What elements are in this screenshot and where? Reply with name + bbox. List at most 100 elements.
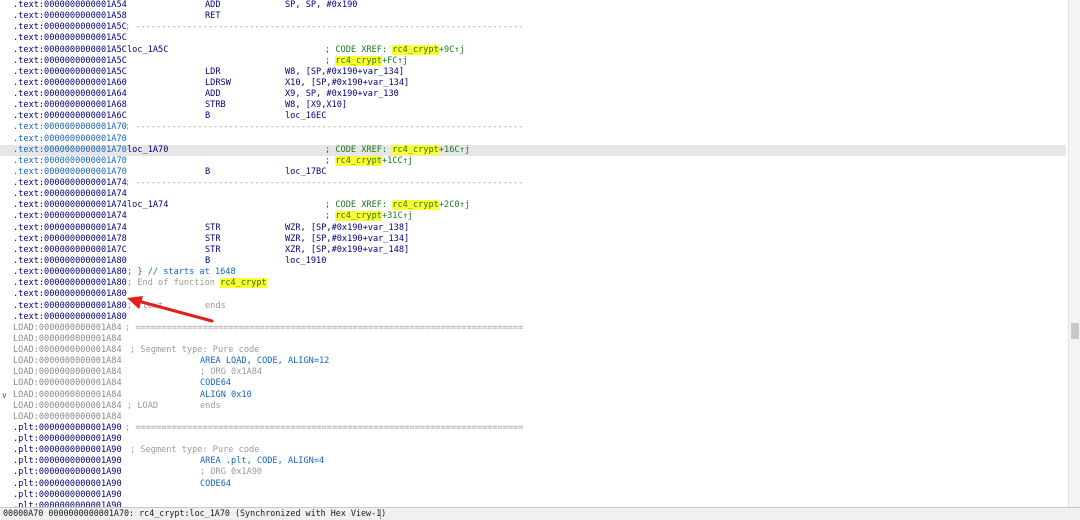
directive[interactable]: AREA .plt, CODE, ALIGN=4 <box>200 456 324 467</box>
listing-row[interactable]: .text:0000000000001A70; rc4_crypt+1CC↑j <box>0 155 1066 167</box>
listing-row[interactable]: .plt:0000000000001A90 <box>0 434 1066 445</box>
xref-function-link[interactable]: rc4_crypt <box>335 155 382 166</box>
address[interactable]: .text:0000000000001A58 <box>13 11 127 22</box>
instruction-mnemonic[interactable]: STR <box>205 223 221 234</box>
listing-row[interactable]: .text:0000000000001A70 <box>0 134 1066 145</box>
listing-row[interactable]: .text:0000000000001A58 RET <box>0 11 1066 22</box>
listing-row[interactable]: LOAD:0000000000001A84 <box>0 334 1066 345</box>
instruction-operands[interactable]: loc_17BC <box>285 167 326 178</box>
listing-row[interactable]: .text:0000000000001A54 ADD SP, SP, #0x190 <box>0 0 1066 11</box>
function-name-link[interactable]: rc4_crypt <box>220 278 267 289</box>
address[interactable]: LOAD:0000000000001A84 <box>13 390 122 401</box>
address[interactable]: .plt:0000000000001A90 <box>13 456 122 467</box>
address[interactable]: .text:0000000000001A74 <box>13 223 127 234</box>
listing-row[interactable]: .plt:0000000000001A90 ; ORG 0x1A90 <box>0 467 1066 478</box>
address[interactable]: .plt:0000000000001A90 <box>13 445 122 456</box>
listing-row[interactable]: .plt:0000000000001A90 AREA .plt, CODE, AL… <box>0 456 1066 467</box>
instruction-mnemonic[interactable]: LDR <box>205 67 221 78</box>
listing-row[interactable]: .text:0000000000001A74; ----------------… <box>0 178 1066 189</box>
code-label[interactable]: loc_1A74 <box>127 200 168 211</box>
listing-row[interactable]: .text:0000000000001A78 STR WZR, [SP,#0x190… <box>0 234 1066 245</box>
address[interactable]: LOAD:0000000000001A84 <box>13 412 122 423</box>
address[interactable]: .text:0000000000001A70 <box>13 156 127 167</box>
directive[interactable]: ALIGN 0x10 <box>200 390 252 401</box>
instruction-operands[interactable]: X10, [SP,#0x190+var_134] <box>285 78 409 89</box>
xref-function-link[interactable]: rc4_crypt <box>392 200 439 211</box>
listing-row[interactable]: .text:0000000000001A5C loc_1A5C ; CODE XRE… <box>0 44 1066 56</box>
listing-row[interactable]: .text:0000000000001A5C; ----------------… <box>0 22 1066 33</box>
xref-function-link[interactable]: rc4_crypt <box>335 211 382 222</box>
instruction-mnemonic[interactable]: STR <box>205 234 221 245</box>
instruction-operands[interactable]: W8, [X9,X10] <box>285 100 347 111</box>
instruction-mnemonic[interactable]: B <box>205 167 210 178</box>
listing-row[interactable]: LOAD:0000000000001A84 <box>0 412 1066 423</box>
listing-row[interactable]: .plt:0000000000001A90 <box>0 490 1066 501</box>
listing-row[interactable]: LOAD:0000000000001A84 ends ; LOAD <box>0 401 1066 412</box>
directive[interactable]: CODE64 <box>200 479 231 490</box>
listing-row[interactable]: .text:0000000000001A70; ----------------… <box>0 122 1066 133</box>
instruction-mnemonic[interactable]: B <box>205 256 210 267</box>
address[interactable]: .text:0000000000001A78 <box>13 234 127 245</box>
address[interactable]: LOAD:0000000000001A84 <box>13 323 122 334</box>
address[interactable]: LOAD:0000000000001A84 <box>13 401 122 412</box>
code-label[interactable]: loc_1A5C <box>127 45 168 56</box>
instruction-mnemonic[interactable]: LDRSW <box>205 78 231 89</box>
listing-row[interactable]: .text:0000000000001A80; } // starts at 1… <box>0 267 1066 278</box>
address[interactable]: .text:0000000000001A70 <box>13 134 127 145</box>
listing-row[interactable]: .text:0000000000001A80 <box>0 312 1066 323</box>
xref-function-link[interactable]: rc4_crypt <box>392 144 439 155</box>
address[interactable]: .text:0000000000001A70 <box>13 145 127 156</box>
listing-row[interactable]: .text:0000000000001A68 STRB W8, [X9,X10] <box>0 100 1066 111</box>
address[interactable]: .text:0000000000001A80 <box>13 267 127 278</box>
address[interactable]: .text:0000000000001A74 <box>13 200 127 211</box>
address[interactable]: .text:0000000000001A70 <box>13 122 127 133</box>
address[interactable]: .text:0000000000001A80 <box>13 301 127 312</box>
address[interactable]: .text:0000000000001A74 <box>13 178 127 189</box>
collapse-chevron-icon[interactable]: ∨ <box>2 390 7 401</box>
code-label[interactable]: loc_1A70 <box>127 145 168 156</box>
directive[interactable]: CODE64 <box>200 378 231 389</box>
listing-row[interactable]: .text:0000000000001A70 loc_1A70 ; CODE XRE… <box>0 144 1066 156</box>
instruction-operands[interactable]: loc_1910 <box>285 256 326 267</box>
listing-row[interactable]: .text:0000000000001A80 <box>0 289 1066 300</box>
listing-row[interactable]: .text:0000000000001A80; End of function … <box>0 278 1066 289</box>
listing-row[interactable]: .text:0000000000001A80 Bloc_1910 <box>0 256 1066 267</box>
address[interactable]: .text:0000000000001A80 <box>13 256 127 267</box>
listing-row[interactable]: .text:0000000000001A80 ends ; .text <box>0 301 1066 312</box>
listing-row[interactable]: LOAD:0000000000001A84 AREA LOAD, CODE, AL… <box>0 356 1066 367</box>
instruction-mnemonic[interactable]: STRB <box>205 100 226 111</box>
listing-row[interactable]: LOAD:0000000000001A84 ; ORG 0x1A84 <box>0 367 1066 378</box>
listing-row[interactable]: .text:0000000000001A70 Bloc_17BC <box>0 167 1066 178</box>
address[interactable]: .text:0000000000001A74 <box>13 211 127 222</box>
instruction-mnemonic[interactable]: ADD <box>205 89 221 100</box>
listing-row[interactable]: .text:0000000000001A64 ADD X9, SP, #0x190+… <box>0 89 1066 100</box>
xref-function-link[interactable]: rc4_crypt <box>335 55 382 66</box>
address[interactable]: LOAD:0000000000001A84 <box>13 334 122 345</box>
listing-row[interactable]: .text:0000000000001A74; rc4_crypt+31C↑j <box>0 211 1066 222</box>
listing-row[interactable]: .text:0000000000001A6C Bloc_16EC <box>0 111 1066 122</box>
listing-row[interactable]: .text:0000000000001A5C <box>0 33 1066 44</box>
address[interactable]: LOAD:0000000000001A84 <box>13 378 122 389</box>
listing-row[interactable]: .text:0000000000001A7C STR XZR, [SP,#0x190… <box>0 245 1066 256</box>
address[interactable]: .text:0000000000001A80 <box>13 312 127 323</box>
instruction-mnemonic[interactable]: STR <box>205 245 221 256</box>
instruction-operands[interactable]: SP, SP, #0x190 <box>285 0 357 11</box>
address[interactable]: .plt:0000000000001A90 <box>13 423 122 434</box>
address[interactable]: .text:0000000000001A6C <box>13 111 127 122</box>
listing-row[interactable]: .plt:0000000000001A90; =================… <box>0 423 1066 434</box>
address[interactable]: .text:0000000000001A5C <box>13 22 127 33</box>
vertical-scrollbar[interactable] <box>1068 0 1080 507</box>
address[interactable]: .plt:0000000000001A90 <box>13 434 122 445</box>
address[interactable]: LOAD:0000000000001A84 <box>13 356 122 367</box>
instruction-operands[interactable]: WZR, [SP,#0x190+var_134] <box>285 234 409 245</box>
listing-row[interactable]: .text:0000000000001A60 LDRSW X10, [SP,#0x1… <box>0 78 1066 89</box>
directive[interactable]: AREA LOAD, CODE, ALIGN=12 <box>200 356 329 367</box>
listing-row[interactable]: .text:0000000000001A5C; rc4_crypt+FC↑j <box>0 55 1066 67</box>
address[interactable]: LOAD:0000000000001A84 <box>13 367 122 378</box>
address[interactable]: LOAD:0000000000001A84 <box>13 345 122 356</box>
instruction-mnemonic[interactable]: RET <box>205 11 221 22</box>
listing-row[interactable]: .text:0000000000001A74 <box>0 189 1066 200</box>
address[interactable]: .text:0000000000001A64 <box>13 89 127 100</box>
address[interactable]: .text:0000000000001A5C <box>13 67 127 78</box>
instruction-operands[interactable]: loc_16EC <box>285 111 326 122</box>
